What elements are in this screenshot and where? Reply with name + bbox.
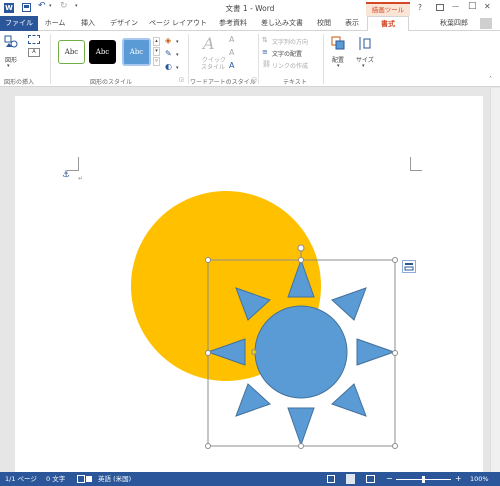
sun-ray-top-right (331, 287, 367, 321)
language-indicator[interactable]: 英語 (米国) (98, 472, 131, 486)
word-count[interactable]: 0 文字 (46, 472, 65, 486)
group-label-wordart: ワードアートのスタイル (190, 79, 256, 86)
text-fill-icon[interactable]: A (229, 35, 234, 44)
outline-dropdown-icon[interactable]: ▾ (176, 52, 179, 58)
align-text-button[interactable]: 文字の配置 (272, 49, 302, 58)
align-text-icon[interactable]: ≡ (262, 48, 268, 56)
shape-style-outline[interactable]: Abc (58, 40, 85, 64)
text-direction-icon[interactable]: ⇅ (262, 36, 268, 44)
sun-ray-bottom-left (235, 383, 271, 417)
tab-design[interactable]: デザイン (104, 16, 144, 31)
sun-ray-right (356, 338, 396, 366)
text-direction-button[interactable]: 文字列の方向 (272, 37, 308, 46)
ribbon-tabs: ファイル ホーム 挿入 デザイン ページ レイアウト 参考資料 差し込み文書 校… (0, 16, 500, 31)
tab-file[interactable]: ファイル (0, 16, 38, 31)
text-effects-icon[interactable]: A (229, 61, 234, 70)
undo-dropdown-icon[interactable]: ▾ (49, 3, 52, 9)
create-link-button[interactable]: リンクの作成 (272, 61, 308, 70)
word-app-icon[interactable]: W (4, 3, 14, 13)
page-count[interactable]: 1/1 ページ (5, 472, 37, 486)
web-layout-icon[interactable] (366, 475, 375, 483)
shapes-gallery-icon[interactable] (4, 35, 18, 48)
tab-page-layout[interactable]: ページ レイアウト (144, 16, 212, 31)
zoom-slider-thumb[interactable] (422, 476, 425, 483)
handle-top-right (392, 257, 398, 263)
zoom-in-button[interactable]: + (455, 472, 462, 486)
style-scroll-up-icon[interactable]: ▴ (153, 37, 160, 46)
handle-top (298, 257, 304, 263)
close-button[interactable]: ✕ (484, 2, 491, 11)
arrange-dropdown-icon[interactable]: ▾ (337, 63, 340, 69)
handle-bottom-right (392, 443, 398, 449)
drawing-tools-context-label: 描画ツール (366, 2, 410, 16)
redo-icon[interactable]: ↻ (60, 1, 68, 11)
style-scroll-down-icon[interactable]: ▾ (153, 47, 160, 56)
handle-right (392, 350, 398, 356)
handle-left (205, 350, 211, 356)
title-bar: W ↶ ▾ ↻ ▾ 文書 1 - Word 描画ツール ? — □ ✕ (0, 0, 500, 16)
quick-style-a-icon[interactable]: A (203, 34, 215, 53)
undo-icon[interactable]: ↶ (38, 1, 46, 11)
fill-dropdown-icon[interactable]: ▾ (176, 39, 179, 45)
sun-adjust-handle (251, 349, 257, 355)
wordart-launcher-icon[interactable]: ◲ (252, 77, 257, 83)
edit-shape-icon[interactable] (28, 35, 40, 44)
style-more-icon[interactable]: ▿ (153, 57, 160, 66)
sun-ray-bottom-right (331, 383, 367, 417)
tab-references[interactable]: 参考資料 (212, 16, 254, 31)
size-icon[interactable] (357, 36, 372, 51)
shape-fill-icon[interactable]: ◈ (165, 36, 171, 45)
shape-styles-launcher-icon[interactable]: ◲ (179, 77, 184, 83)
vertical-scrollbar[interactable] (490, 88, 500, 472)
group-label-insert-shapes: 図形の挿入 (4, 79, 35, 86)
group-label-text: テキスト (283, 79, 307, 86)
minimize-button[interactable]: — (452, 2, 459, 10)
tab-mailings[interactable]: 差し込み文書 (254, 16, 310, 31)
maximize-button[interactable]: □ (468, 1, 477, 11)
zoom-level[interactable]: 100% (470, 472, 489, 486)
text-box-icon[interactable]: A (28, 48, 40, 57)
effects-dropdown-icon[interactable]: ▾ (176, 65, 179, 71)
handle-top-left (205, 257, 211, 263)
ribbon-display-options-icon[interactable] (436, 4, 444, 11)
shape-style-blue[interactable]: Abc (122, 38, 151, 66)
ribbon: 図形 ▾ A 図形の挿入 Abc Abc Abc ▴ ▾ ▿ ◈ ✎ ◐ ▾ ▾… (0, 31, 500, 87)
user-avatar[interactable] (480, 18, 492, 29)
tab-view[interactable]: 表示 (338, 16, 366, 31)
text-outline-icon[interactable]: A (229, 48, 234, 57)
user-name[interactable]: 秋葉四郎 (430, 16, 478, 31)
drawing-canvas (131, 191, 398, 449)
shape-style-dark[interactable]: Abc (89, 40, 116, 64)
proofing-icon[interactable] (77, 475, 85, 483)
read-mode-icon[interactable] (327, 475, 335, 483)
create-link-icon[interactable]: ⛓ (262, 60, 271, 68)
zoom-out-button[interactable]: − (386, 472, 393, 486)
shape-dropdown-icon[interactable]: ▾ (7, 63, 10, 69)
help-button[interactable]: ? (418, 3, 422, 12)
tab-insert[interactable]: 挿入 (72, 16, 104, 31)
handle-bottom-left (205, 443, 211, 449)
window-title: 文書 1 - Word (225, 4, 275, 13)
handle-bottom (298, 443, 304, 449)
size-dropdown-icon[interactable]: ▾ (362, 63, 365, 69)
print-layout-icon[interactable] (346, 474, 355, 484)
tab-format[interactable]: 書式 (367, 16, 409, 31)
shape-effects-icon[interactable]: ◐ (165, 62, 172, 71)
layout-options-icon[interactable] (402, 260, 416, 273)
status-bar: 1/1 ページ 0 文字 英語 (米国) − + 100% (0, 472, 500, 486)
sun-ray-bottom (287, 407, 315, 447)
sun-shape[interactable] (206, 258, 396, 447)
rotation-handle[interactable] (297, 244, 305, 252)
shape-outline-icon[interactable]: ✎ (165, 49, 172, 58)
macro-record-icon[interactable] (86, 476, 92, 482)
arrange-icon[interactable] (331, 36, 346, 51)
collapse-ribbon-icon[interactable]: ˄ (489, 76, 492, 83)
save-icon[interactable] (22, 3, 31, 12)
customize-qat-icon[interactable]: ▾ (75, 3, 78, 9)
sun-core (254, 305, 348, 399)
tab-home[interactable]: ホーム (38, 16, 72, 31)
quick-style-label-2[interactable]: スタイル (201, 62, 225, 71)
tab-review[interactable]: 校閲 (310, 16, 338, 31)
group-label-shape-styles: 図形のスタイル (90, 79, 133, 86)
